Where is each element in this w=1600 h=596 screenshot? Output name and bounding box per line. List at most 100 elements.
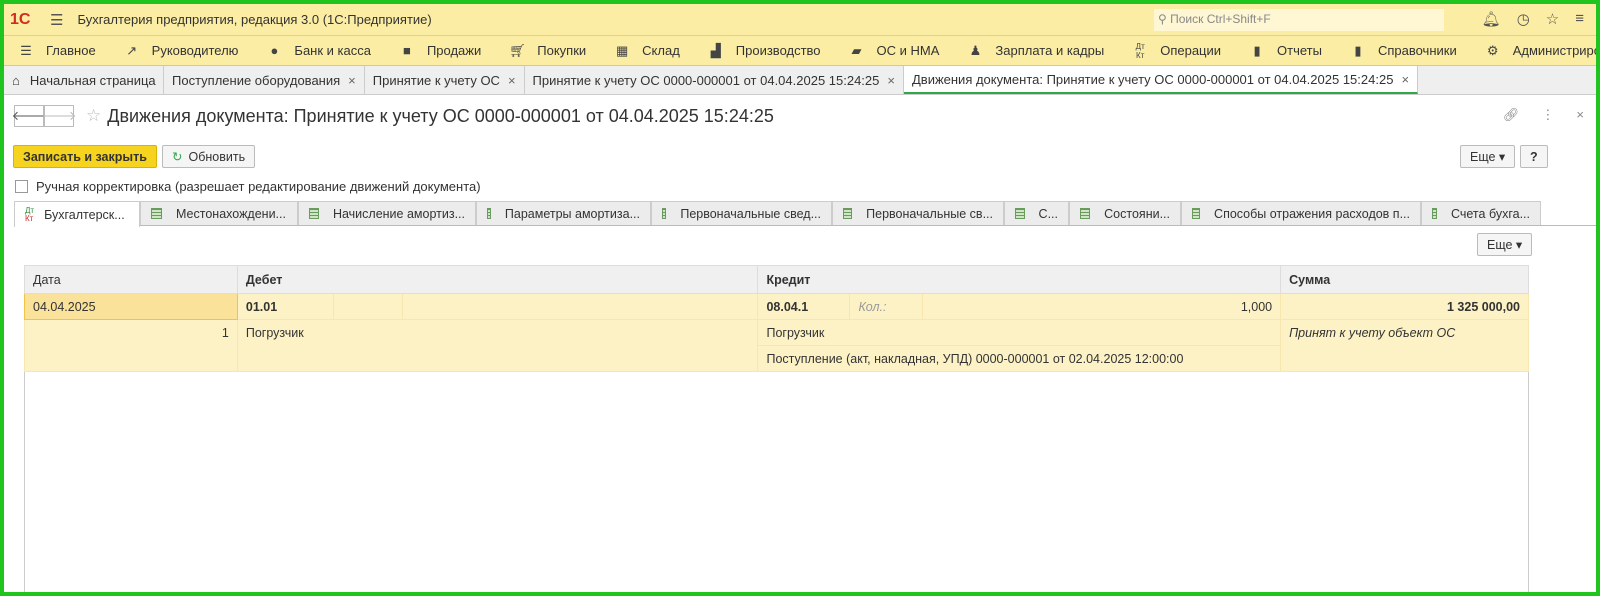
register-tab[interactable]: Местонахождени... bbox=[140, 201, 298, 225]
back-button[interactable]: 🡐 bbox=[12, 105, 46, 127]
tab-acceptance-list[interactable]: Принятие к учету ОС × bbox=[365, 66, 525, 94]
menu-assets[interactable]: ▰ ОС и НМА bbox=[849, 43, 940, 59]
menu-label: Зарплата и кадры bbox=[995, 43, 1105, 58]
register-tab[interactable]: Параметры амортиза... bbox=[476, 201, 651, 225]
sum-cell[interactable]: 1 325 000,00 bbox=[1280, 293, 1529, 320]
grid-icon: ▦ bbox=[616, 42, 629, 58]
table-row[interactable]: 1 Погрузчик Погрузчик Принят к учету объ… bbox=[24, 319, 1529, 372]
table-icon bbox=[1432, 208, 1437, 219]
menu-admin[interactable]: ⚙ Администриров bbox=[1485, 43, 1596, 59]
menu-manager[interactable]: ↗ Руководителю bbox=[124, 43, 239, 59]
tab-label: Принятие к учету ОС bbox=[372, 72, 500, 88]
tab-label: Бухгалтерск... bbox=[44, 207, 125, 222]
register-tab[interactable]: С... bbox=[1004, 201, 1069, 225]
favorite-star-icon[interactable]: ☆ bbox=[86, 106, 101, 126]
debit-amount-cell[interactable] bbox=[401, 293, 759, 320]
more-button[interactable]: Еще ▾ bbox=[1460, 145, 1516, 168]
credit-account[interactable]: 08.04.1 bbox=[757, 293, 851, 320]
page-title: Движения документа: Принятие к учету ОС … bbox=[107, 105, 774, 126]
debit-qty-cell[interactable] bbox=[332, 293, 403, 320]
register-tab[interactable]: Способы отражения расходов п... bbox=[1181, 201, 1421, 225]
register-tab[interactable]: Счета бухга... bbox=[1421, 201, 1541, 225]
row-number: 1 bbox=[24, 319, 238, 372]
menu-reports[interactable]: ▮ Отчеты bbox=[1249, 43, 1322, 59]
menu-label: Руководителю bbox=[151, 43, 239, 58]
tab-movements[interactable]: Движения документа: Принятие к учету ОС … bbox=[903, 66, 1419, 94]
star-icon[interactable]: ☆ bbox=[1546, 10, 1559, 28]
tab-receipt[interactable]: Поступление оборудования × bbox=[164, 66, 365, 94]
settings-menu-icon[interactable]: ≡ bbox=[1575, 10, 1584, 28]
link-icon[interactable]: 🔗︎ bbox=[1503, 107, 1520, 123]
menu-salary[interactable]: ♟ Зарплата и кадры bbox=[967, 43, 1105, 59]
close-icon[interactable]: × bbox=[1401, 72, 1409, 87]
cart-icon: 🛒︎ bbox=[509, 42, 526, 58]
dt-kt-icon: Дт Кт bbox=[1135, 41, 1145, 60]
menu-label: Покупки bbox=[537, 43, 587, 58]
tab-label: Первоначальные свед... bbox=[680, 206, 821, 221]
menu-operations[interactable]: Дт Кт Операции bbox=[1132, 42, 1221, 60]
menu-catalogs[interactable]: ▮ Справочники bbox=[1350, 43, 1457, 59]
table-icon bbox=[1192, 208, 1201, 219]
manual-correction-checkbox[interactable]: Ручная корректировка (разрешает редактир… bbox=[15, 179, 481, 194]
table-more-button[interactable]: Еще ▾ bbox=[1477, 233, 1533, 256]
debit-account[interactable]: 01.01 bbox=[236, 293, 334, 320]
tab-home[interactable]: ⌂ Начальная страница bbox=[4, 66, 164, 94]
content-cell[interactable]: Принят к учету объект ОС bbox=[1280, 319, 1529, 372]
menu-purchases[interactable]: 🛒︎ Покупки bbox=[509, 43, 586, 59]
menu-warehouse[interactable]: ▦ Склад bbox=[614, 43, 680, 59]
tab-label: Первоначальные св... bbox=[866, 206, 993, 221]
menu-icon[interactable]: ☰ bbox=[50, 11, 63, 29]
tab-acceptance-doc[interactable]: Принятие к учету ОС 0000-000001 от 04.04… bbox=[525, 66, 904, 94]
col-debit[interactable]: Дебет bbox=[236, 265, 759, 294]
menu-production[interactable]: ▟ Производство bbox=[708, 43, 821, 59]
register-tab[interactable]: Первоначальные свед... bbox=[651, 201, 832, 225]
menu-label: Главное bbox=[46, 43, 96, 58]
menu-sales[interactable]: ■ Продажи bbox=[399, 43, 481, 58]
tab-label: Движения документа: Принятие к учету ОС … bbox=[911, 71, 1394, 87]
register-tab[interactable]: Начисление амортиз... bbox=[298, 201, 476, 225]
close-icon[interactable]: × bbox=[508, 73, 516, 88]
date-cell[interactable]: 04.04.2025 bbox=[24, 293, 238, 320]
register-tab[interactable]: Дт Кт Бухгалтерск... bbox=[14, 201, 140, 227]
menu-main[interactable]: ☰ Главное bbox=[18, 43, 96, 59]
close-icon[interactable]: × bbox=[1576, 107, 1584, 123]
menu-bank[interactable]: ● Банк и касса bbox=[266, 43, 371, 58]
credit-subconto-2[interactable]: Поступление (акт, накладная, УПД) 0000-0… bbox=[757, 345, 1282, 372]
movements-table: Дата Дебет Кредит Сумма 04.04.2025 01.01… bbox=[24, 265, 1529, 372]
register-tabs: Дт Кт Бухгалтерск... Местонахождени... Нач… bbox=[14, 201, 1596, 227]
forward-button[interactable]: 🡒 bbox=[42, 105, 76, 127]
col-sum[interactable]: Сумма bbox=[1280, 265, 1529, 294]
bell-icon[interactable]: 🔔︎ bbox=[1482, 10, 1501, 28]
col-date[interactable]: Дата bbox=[24, 265, 238, 294]
more-vert-icon[interactable]: ⋮ bbox=[1541, 107, 1554, 123]
menu-label: Операции bbox=[1160, 43, 1222, 58]
table-row[interactable]: 04.04.2025 01.01 08.04.1 Кол.: 1,000 1 3… bbox=[24, 293, 1529, 320]
help-button[interactable]: ? bbox=[1520, 145, 1548, 168]
search-placeholder: Поиск Ctrl+Shift+F bbox=[1170, 12, 1271, 26]
register-tab[interactable]: Состояни... bbox=[1069, 201, 1181, 225]
credit-subconto-1[interactable]: Погрузчик bbox=[757, 319, 1282, 346]
tab-label: Начальная страница bbox=[29, 72, 156, 88]
register-tab[interactable]: Первоначальные св... bbox=[832, 201, 1004, 225]
checkbox[interactable] bbox=[15, 180, 28, 193]
save-close-button[interactable]: Записать и закрыть bbox=[13, 145, 157, 168]
menu-label: ОС и НМА bbox=[876, 43, 940, 58]
menu-label: Банк и касса bbox=[294, 43, 371, 58]
close-icon[interactable]: × bbox=[348, 73, 356, 88]
history-icon[interactable]: ◷ bbox=[1517, 10, 1530, 28]
credit-qty[interactable]: 1,000 bbox=[922, 293, 1282, 320]
menu-label: Отчеты bbox=[1277, 43, 1322, 58]
table-icon bbox=[487, 208, 491, 219]
menu-label: Склад bbox=[642, 43, 680, 58]
close-icon[interactable]: × bbox=[887, 73, 895, 88]
refresh-button[interactable]: ↻ Обновить bbox=[162, 145, 256, 168]
menu-lines-icon: ☰ bbox=[20, 42, 32, 58]
more-label: Еще bbox=[1487, 237, 1513, 252]
menu-label: Справочники bbox=[1377, 43, 1457, 58]
debit-subconto[interactable]: Погрузчик bbox=[236, 319, 759, 372]
table-icon bbox=[151, 208, 162, 219]
search-input[interactable]: ⚲ Поиск Ctrl+Shift+F bbox=[1154, 9, 1444, 31]
col-credit[interactable]: Кредит bbox=[757, 265, 1282, 294]
menu-label: Продажи bbox=[426, 43, 482, 58]
tab-label: Параметры амортиза... bbox=[504, 206, 640, 221]
